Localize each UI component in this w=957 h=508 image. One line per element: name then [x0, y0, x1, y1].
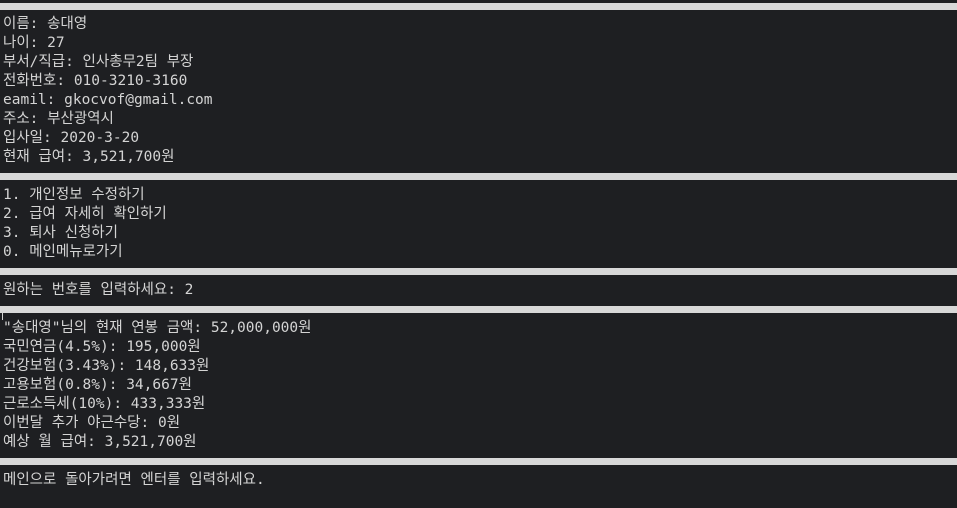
separator-bar	[0, 458, 957, 465]
employment-insurance-deduction: 고용보험(0.8%): 34,667원	[3, 377, 192, 393]
pension-deduction: 국민연금(4.5%): 195,000원	[3, 339, 201, 355]
input-prompt[interactable]: 원하는 번호를 입력하세요: 2	[3, 281, 193, 300]
annual-salary: "송대영"님의 현재 연봉 금액: 52,000,000원	[3, 320, 312, 336]
separator-bar	[0, 173, 957, 180]
separator-bar	[0, 268, 957, 275]
separator-bar	[0, 3, 957, 10]
employee-phone: 전화번호: 010-3210-3160	[3, 73, 188, 89]
employee-email: eamil: gkocvof@gmail.com	[3, 92, 213, 108]
menu-item-resign: 3. 퇴사 신청하기	[3, 225, 118, 241]
employee-age: 나이: 27	[3, 35, 65, 51]
separator-bar	[0, 306, 957, 313]
employee-hire-date: 입사일: 2020-3-20	[3, 130, 140, 146]
return-prompt[interactable]: 메인으로 돌아가려면 엔터를 입력하세요.	[3, 471, 265, 490]
menu-item-salary-detail: 2. 급여 자세히 확인하기	[3, 206, 167, 222]
menu-item-main-menu: 0. 메인메뉴로가기	[3, 244, 123, 260]
employee-name: 이름: 송대영	[3, 16, 88, 32]
terminal-window[interactable]: 이름: 송대영 나이: 27 부서/직급: 인사총무2팀 부장 전화번호: 01…	[0, 0, 957, 508]
employee-address: 주소: 부산광역시	[3, 111, 114, 127]
employee-salary: 현재 급여: 3,521,700원	[3, 149, 175, 165]
employee-dept-title: 부서/직급: 인사총무2팀 부장	[3, 54, 194, 70]
night-allowance: 이번달 추가 야근수당: 0원	[3, 415, 181, 431]
income-tax-deduction: 근로소득세(10%): 433,333원	[3, 396, 206, 412]
expected-monthly-salary: 예상 월 급여: 3,521,700원	[3, 434, 197, 450]
menu-item-edit-info: 1. 개인정보 수정하기	[3, 187, 145, 203]
health-insurance-deduction: 건강보험(3.43%): 148,633원	[3, 358, 210, 374]
